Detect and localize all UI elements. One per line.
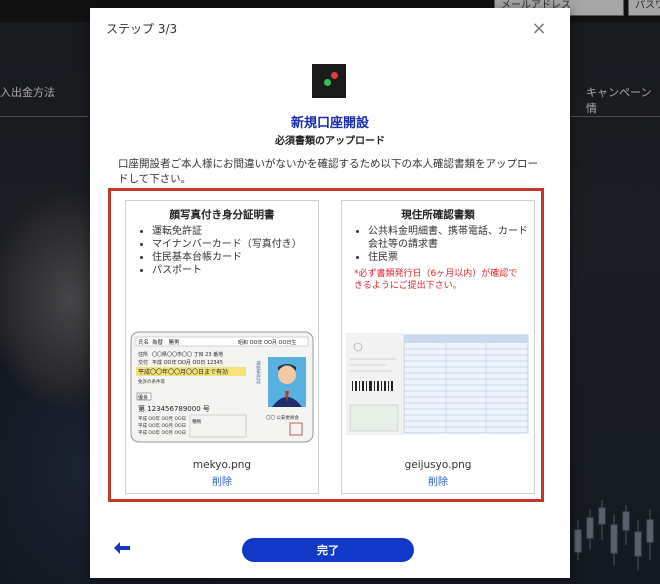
license-excellent: 優良 [138,394,148,401]
back-arrow-icon[interactable] [114,542,130,554]
list-item: パスポート [152,264,318,277]
list-item: 住民票 [368,251,534,264]
license-issue-value: 平成 OO年 OO月 OO日 12345 [152,359,223,366]
license-type-row: 平成 OO年 OO月 OO日 [138,415,186,422]
license-number: 第 123456789000 号 [138,404,210,413]
license-address-label: 住所 [138,351,148,358]
license-name-value: 為替 勝男 [152,338,180,346]
license-expiry: 平成〇〇年〇〇月〇〇日まで有効 [138,368,228,376]
id-document-card: 顔写真付き身分証明書 運転免許証 マイナンバーカード（写真付き） 住民基本台帳カ… [125,200,319,494]
address-document-list: 公共料金明細書、携帯電話、カード会社等の請求書 住民票 [342,225,534,264]
logo-green-dot [324,79,331,86]
id-delete-link[interactable]: 削除 [126,473,318,488]
brand-logo [312,64,346,98]
id-card-title: 顔写真付き身分証明書 [169,209,275,221]
id-document-list: 運転免許証 マイナンバーカード（写真付き） 住民基本台帳カード パスポート [126,225,318,277]
license-birth: 昭和 OO年 OO月 OO日生 [238,339,296,346]
license-vertical-label: 運転免許証 [256,361,261,385]
license-category: 種類 [192,418,201,425]
account-opening-modal: ステップ 3/3 × 新規口座開設 必須書類のアップロード 口座開設者ご本人様に… [90,8,570,578]
license-commission: 〇〇 公安委員会 [266,414,299,421]
license-issue-label: 交付 [138,359,148,366]
address-file-name: geijusyo.png [404,459,472,471]
step-indicator: ステップ 3/3 [106,22,178,36]
modal-title: 新規口座開設 [290,116,369,131]
address-card-title: 現住所確認書類 [401,209,475,221]
license-name-label: 氏名 [138,338,149,346]
document-upload-area: 顔写真付き身分証明書 運転免許証 マイナンバーカード（写真付き） 住民基本台帳カ… [108,188,544,502]
list-item: 運転免許証 [152,225,318,238]
list-item: マイナンバーカード（写真付き） [152,238,318,251]
done-button[interactable]: 完了 [242,538,414,562]
logo-red-dot [331,72,338,79]
list-item: 住民基本台帳カード [152,251,318,264]
issue-date-note: *必ず書類発行日（6ヶ月以内）が確認できるようにご提出下さい。 [354,269,518,291]
upload-instruction: 口座開設者ご本人様にお間違いがないかを確認するため以下の本人確認書類をアップロー… [118,158,538,185]
license-type-row: 平成 OO年 OO月 OO日 [138,429,186,436]
modal-subtitle: 必須書類のアップロード [275,136,385,147]
address-document-card: 現住所確認書類 公共料金明細書、携帯電話、カード会社等の請求書 住民票 *必ず書… [341,200,535,494]
list-item: 公共料金明細書、携帯電話、カード会社等の請求書 [368,225,534,251]
close-icon[interactable]: × [531,20,547,38]
license-type-row: 平成 OO年 OO月 OO日 [138,422,186,429]
address-delete-link[interactable]: 削除 [342,473,534,488]
id-file-name: mekyo.png [192,459,252,471]
license-condition-label: 免許の条件等 [138,378,165,385]
license-address-value: 〇〇県〇〇市〇〇 丁目 23 番地 [152,351,223,358]
utility-bill-preview[interactable] [346,333,530,435]
drivers-license-preview[interactable]: 氏名 為替 勝男 昭和 OO年 OO月 OO日生 住所 〇〇県〇〇市〇〇 丁目 … [130,331,314,443]
